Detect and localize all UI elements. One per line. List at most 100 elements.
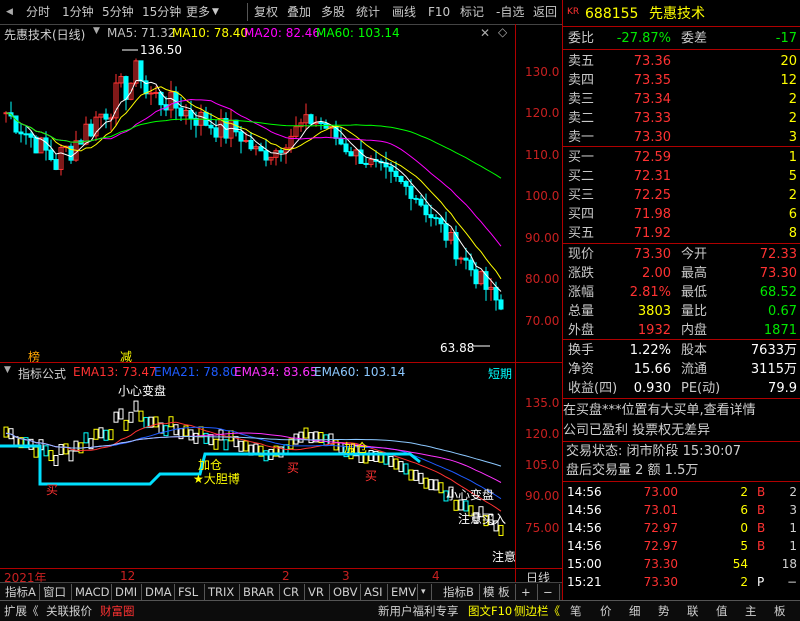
tab-window[interactable]: 窗口 <box>40 584 72 600</box>
tick-row: 14:56 72.97 5 B 1 <box>563 537 800 555</box>
tab-dmi[interactable]: DMI <box>112 584 142 600</box>
chevron-down-icon[interactable]: ▼ <box>93 26 100 36</box>
fundamental-value: 15.66 <box>633 362 671 377</box>
ask-row[interactable]: 卖五 73.36 20 <box>563 52 800 71</box>
tab-template[interactable]: 模 板 <box>480 584 516 600</box>
toolbar-item-stats[interactable]: 统计 <box>356 4 380 20</box>
ma60-label: MA60: 103.14 <box>316 26 400 40</box>
toolbar-item-draw-line[interactable]: 画线 <box>392 4 416 20</box>
tab-brar[interactable]: BRAR <box>240 584 280 600</box>
candle-body <box>388 166 394 172</box>
toolbar-item-timeline[interactable]: 分时 <box>26 4 50 20</box>
new-user-welfare-link[interactable]: 新用户福利专享 <box>378 603 459 619</box>
bid-row[interactable]: 买四 71.98 6 <box>563 205 800 224</box>
chevron-down-icon[interactable]: ▼ <box>212 4 219 20</box>
toolbar-item-fuquan[interactable]: 复权 <box>254 4 278 20</box>
indicator-bar <box>293 433 299 445</box>
tick-direction: B <box>757 485 766 499</box>
f10-graphic-button[interactable]: 图文F10 <box>468 603 512 619</box>
toolbar-item-overlay[interactable]: 叠加 <box>287 4 311 20</box>
period-label[interactable]: 短期 <box>488 365 512 382</box>
toolbar-item-multi-stock[interactable]: 多股 <box>321 4 345 20</box>
toolbar-item-back[interactable]: 返回 <box>533 4 557 20</box>
bid-volume: 5 <box>788 169 797 184</box>
candle-body <box>28 133 34 138</box>
expand-button[interactable]: 扩展《 <box>4 603 39 619</box>
main-kline-chart[interactable]: 先惠技术(日线) ▼ MA5: 71.32 MA10: 78.40 MA20: … <box>0 24 562 364</box>
ask-volume: 2 <box>788 111 797 126</box>
chevron-down-icon[interactable]: ▾ <box>418 584 432 600</box>
toolbar-item-15min[interactable]: 15分钟 <box>142 4 181 20</box>
stat-value: 1932 <box>637 323 671 338</box>
indicator-title[interactable]: 指标公式 <box>18 365 66 382</box>
bid-price: 72.59 <box>633 150 671 165</box>
chevron-down-icon[interactable]: ▼ <box>4 365 11 375</box>
diamond-icon[interactable]: ◇ <box>498 25 507 39</box>
tab-trend[interactable]: 势 <box>658 603 670 619</box>
toolbar-item-mark[interactable]: 标记 <box>460 4 484 20</box>
add-icon[interactable]: + <box>518 584 538 600</box>
ema13-label: EMA13: 73.47 <box>73 365 157 379</box>
toolbar-item-more[interactable]: 更多 <box>186 4 210 20</box>
tab-cr[interactable]: CR <box>280 584 305 600</box>
close-icon[interactable]: ✕ <box>480 26 490 40</box>
bid-row[interactable]: 买五 71.92 8 <box>563 224 800 243</box>
ask-row[interactable]: 卖一 73.30 3 <box>563 128 800 147</box>
y-tick: 90.00 <box>525 231 560 245</box>
indicator-bar <box>393 458 399 470</box>
tab-indicator-b[interactable]: 指标B <box>440 584 480 600</box>
indicator-bar <box>53 455 59 467</box>
tab-ticks[interactable]: 笔 <box>570 603 582 619</box>
ask-row[interactable]: 卖二 73.33 2 <box>563 109 800 128</box>
tab-vr[interactable]: VR <box>305 584 330 600</box>
sidebar-toggle-button[interactable]: 侧边栏《 <box>514 603 560 619</box>
bid-row[interactable]: 买一 72.59 1 <box>563 148 800 167</box>
tab-indicator-a[interactable]: 指标A <box>2 584 40 600</box>
minus-icon[interactable]: − <box>540 584 560 600</box>
tab-main[interactable]: 主 <box>745 603 757 619</box>
tab-fsl[interactable]: FSL <box>175 584 205 600</box>
ask-row[interactable]: 卖三 73.34 2 <box>563 90 800 109</box>
tab-detail[interactable]: 细 <box>629 603 641 619</box>
indicator-bar <box>163 425 169 437</box>
fundamental-row: 换手 1.22% 股本 7633万 <box>563 341 800 360</box>
tab-emv[interactable]: EMV <box>388 584 418 600</box>
tab-trix[interactable]: TRIX <box>205 584 240 600</box>
tick-volume: 0 <box>740 521 748 535</box>
ask-row[interactable]: 卖四 73.35 12 <box>563 71 800 90</box>
tick-price: 72.97 <box>643 521 678 535</box>
tab-macd[interactable]: MACD <box>72 584 112 600</box>
tick-direction: B <box>757 539 766 553</box>
tab-asi[interactable]: ASI <box>361 584 388 600</box>
tab-value[interactable]: 值 <box>716 603 728 619</box>
candle-body <box>88 123 94 137</box>
toolbar-item-1min[interactable]: 1分钟 <box>62 4 94 20</box>
stat-value: 2.81% <box>629 285 671 300</box>
tab-obv[interactable]: OBV <box>330 584 361 600</box>
tab-linked[interactable]: 联 <box>687 603 699 619</box>
ema60-label: EMA60: 103.14 <box>314 365 406 379</box>
toolbar-item-remove-favorite[interactable]: -自选 <box>496 4 524 20</box>
date-label: 4 <box>432 569 440 583</box>
quote-panel: KR 688155 先惠技术 委比 -27.87% 委差 -17 卖五 73.3… <box>562 0 800 600</box>
related-quotes-button[interactable]: 关联报价 <box>46 603 92 619</box>
candle-body <box>338 137 344 145</box>
toolbar-item-f10[interactable]: F10 <box>428 4 450 20</box>
bid-row[interactable]: 买二 72.31 5 <box>563 167 800 186</box>
toolbar-arrow-icon[interactable]: ◀ <box>6 4 13 20</box>
tab-board[interactable]: 板 <box>774 603 786 619</box>
caution2-annotation: 小心变盘 <box>446 488 495 502</box>
toolbar-item-5min[interactable]: 5分钟 <box>102 4 134 20</box>
bid-volume: 2 <box>788 188 797 203</box>
tab-dma[interactable]: DMA <box>142 584 175 600</box>
tab-price[interactable]: 价 <box>600 603 612 619</box>
tick-volume: 54 <box>732 557 748 571</box>
bid-row[interactable]: 买三 72.25 2 <box>563 186 800 205</box>
news-item[interactable]: 在买盘***位置有大买单,查看详情 <box>563 401 800 420</box>
wealth-circle-button[interactable]: 财富圈 <box>100 603 135 619</box>
y-tick: 75.00 <box>525 521 560 535</box>
indicator-chart[interactable]: ▼ 指标公式 EMA13: 73.47 EMA21: 78.80 EMA34: … <box>0 362 562 582</box>
news-item[interactable]: 公司已盈利 投票权无差异 <box>563 421 800 440</box>
indicator-bar <box>63 443 69 455</box>
candle-body <box>153 91 159 94</box>
